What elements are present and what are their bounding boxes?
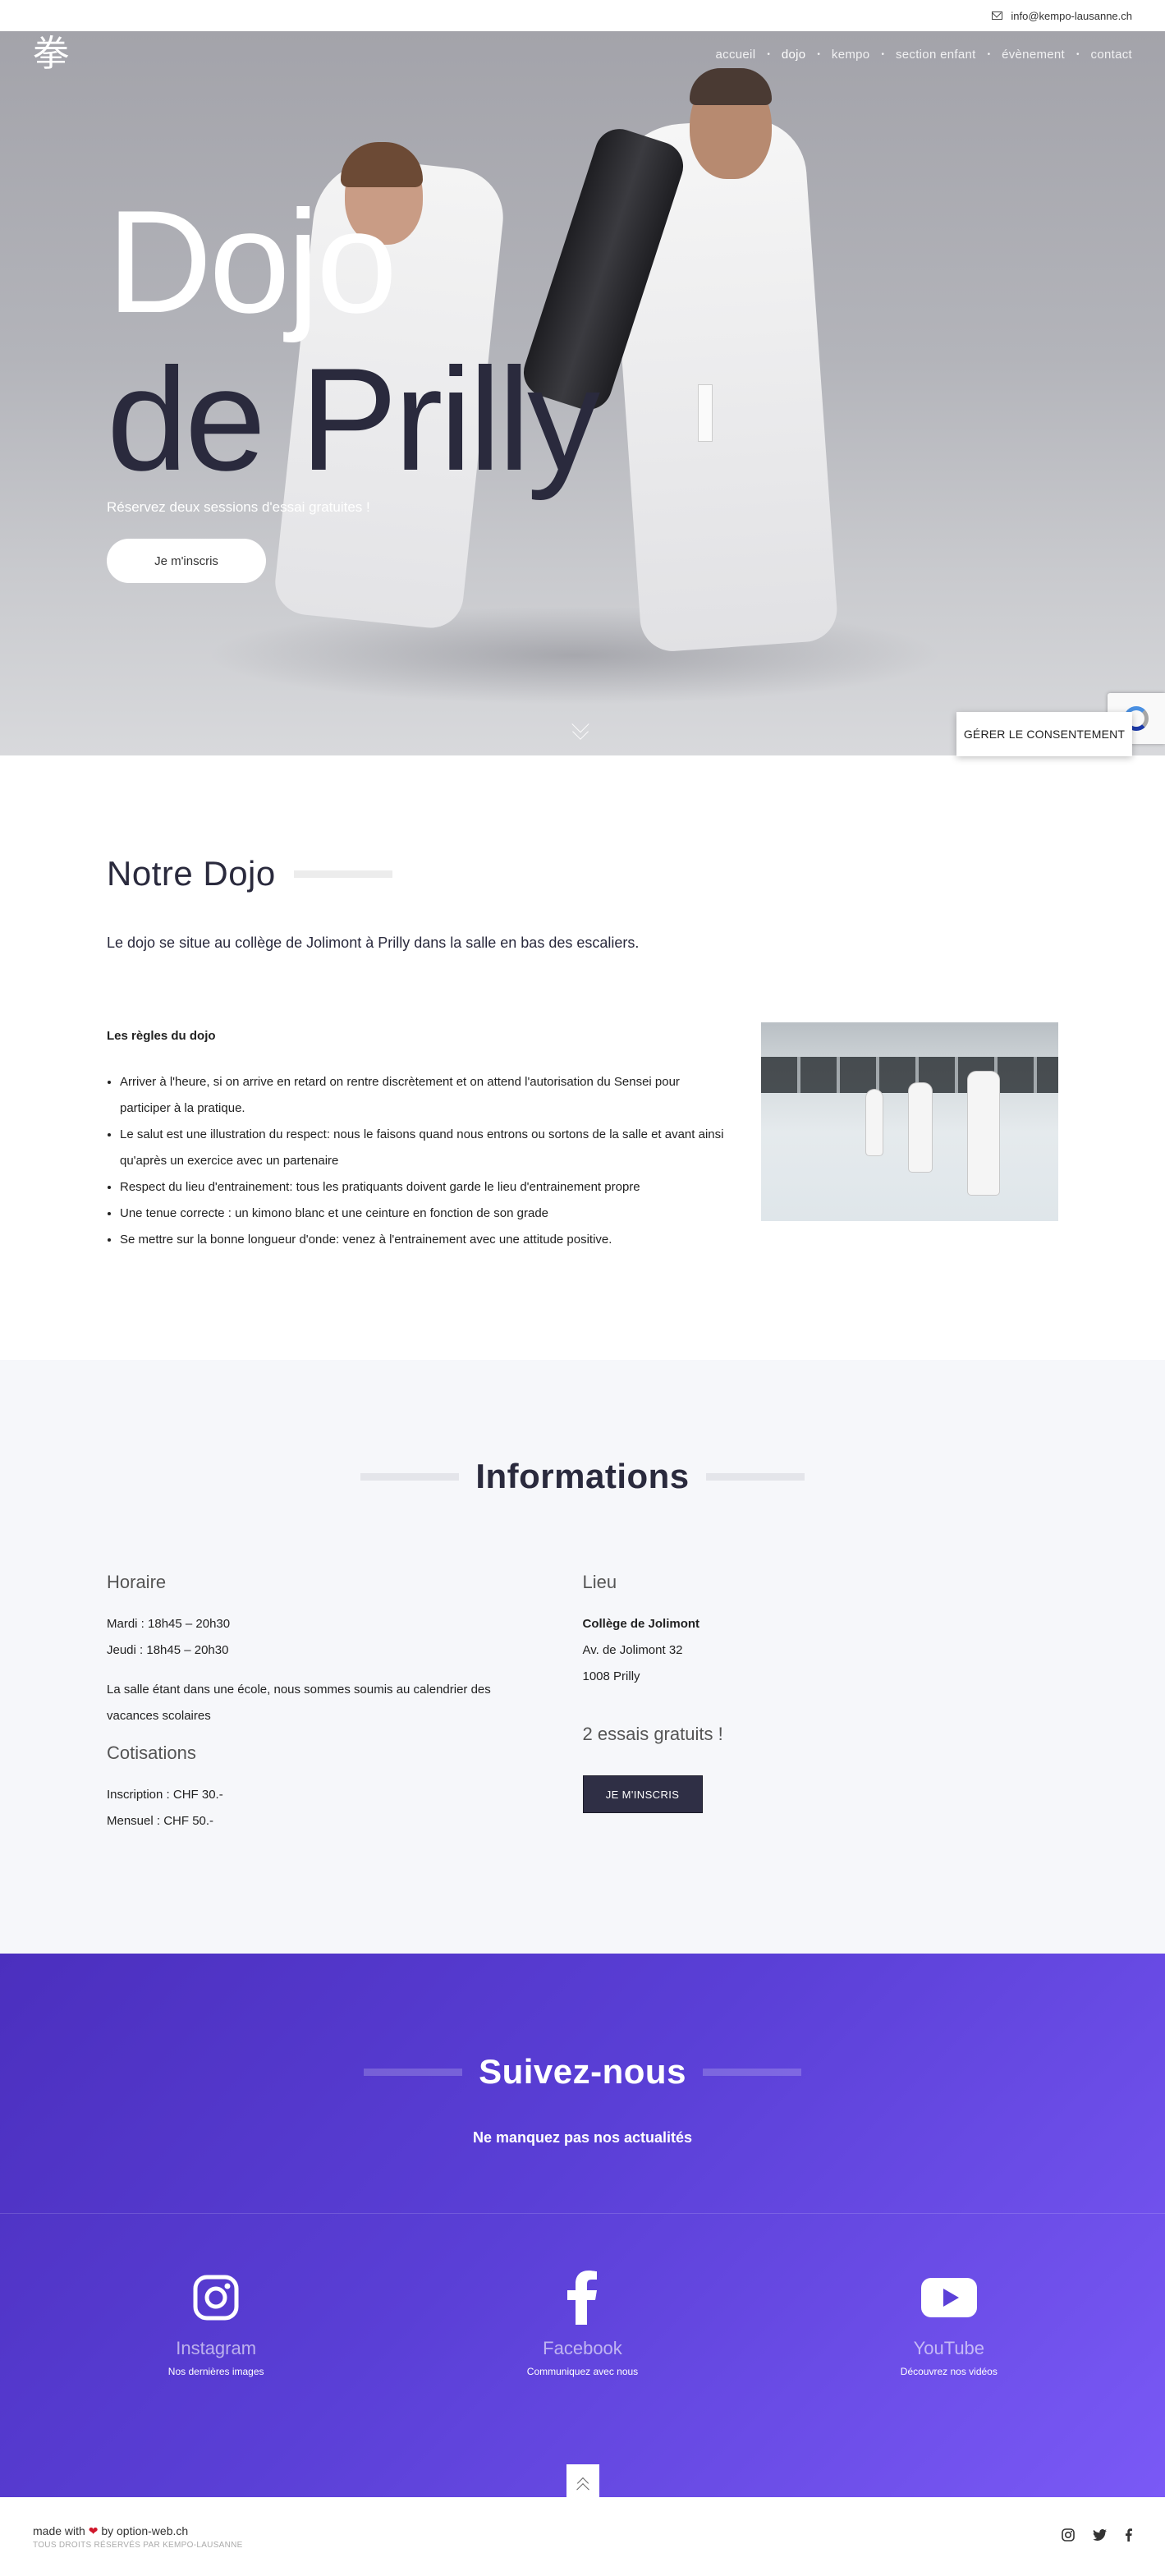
- dojo-title-text: Notre Dojo: [107, 854, 276, 893]
- cotisation-line: Mensuel : CHF 50.-: [107, 1814, 214, 1828]
- social-facebook[interactable]: Facebook Communiquez avec nous: [459, 2269, 705, 2377]
- scroll-down-icon[interactable]: [572, 723, 589, 740]
- footer-credits: made with ❤ by option-web.ch TOUS DROITS…: [33, 2524, 243, 2550]
- info-col-left: Horaire Mardi : 18h45 – 20h30 Jeudi : 18…: [107, 1572, 583, 1834]
- title-decoration-bar: [364, 2068, 463, 2076]
- info-grid: Horaire Mardi : 18h45 – 20h30 Jeudi : 18…: [107, 1572, 1058, 1834]
- social-youtube[interactable]: YouTube Découvrez nos vidéos: [826, 2269, 1072, 2377]
- dojo-title: Notre Dojo: [107, 854, 1058, 893]
- dojo-photo-person: [866, 1090, 883, 1155]
- top-email-link[interactable]: info@kempo-lausanne.ch: [1011, 10, 1132, 22]
- title-decoration-bar: [293, 870, 392, 878]
- heart-icon: ❤: [88, 2523, 99, 2537]
- option-web-link[interactable]: by option-web.ch: [101, 2524, 188, 2537]
- social-name: Facebook: [543, 2338, 622, 2358]
- dojo-section: Notre Dojo Le dojo se situe au collège d…: [0, 755, 1165, 1360]
- follow-section: Suivez-nous Ne manquez pas nos actualité…: [0, 1954, 1165, 2497]
- horaire-title: Horaire: [107, 1572, 167, 1592]
- hero-title: Dojo de Prilly: [107, 180, 600, 501]
- nav-separator: •: [881, 49, 884, 59]
- horaire-note: La salle étant dans une école, nous somm…: [107, 1683, 491, 1723]
- main-nav: 拳 accueil • dojo • kempo • section enfan…: [0, 31, 1165, 77]
- social-links: Instagram Nos dernières images Facebook …: [0, 2269, 1165, 2377]
- follow-title-text: Suivez-nous: [479, 2052, 686, 2091]
- youtube-icon: [826, 2269, 1072, 2326]
- footer-social-icons: [1062, 2528, 1132, 2546]
- footer-made-with: made with ❤ by option-web.ch: [33, 2524, 243, 2538]
- hero-title-line2: de Prilly: [107, 337, 600, 501]
- hero-signup-button[interactable]: Je m'inscris: [107, 539, 266, 583]
- social-name: Instagram: [176, 2338, 257, 2358]
- rule-item: Arriver à l'heure, si on arrive en retar…: [120, 1069, 731, 1122]
- rule-item: Une tenue correcte : un kimono blanc et …: [120, 1201, 731, 1227]
- social-name: YouTube: [913, 2338, 985, 2358]
- hero-photo-belt: [698, 384, 713, 442]
- instagram-icon[interactable]: [1062, 2528, 1075, 2546]
- rules-title: Les règles du dojo: [107, 1029, 216, 1043]
- nav-separator: •: [1076, 49, 1080, 59]
- dojo-lead: Le dojo se situe au collège de Jolimont …: [107, 934, 640, 951]
- info-section: Informations Horaire Mardi : 18h45 – 20h…: [0, 1360, 1165, 1954]
- nav-item-dojo[interactable]: dojo: [782, 48, 806, 62]
- nav-separator: •: [987, 49, 991, 59]
- cotisation-line: Inscription : CHF 30.-: [107, 1788, 223, 1802]
- nav-item-evenement[interactable]: évènement: [1002, 48, 1065, 62]
- nav-separator: •: [817, 49, 820, 59]
- hero-subtitle: Réservez deux sessions d'essai gratuites…: [107, 499, 370, 515]
- instagram-icon: [93, 2269, 339, 2326]
- lieu-name: Collège de Jolimont: [582, 1617, 700, 1631]
- cotisations-title: Cotisations: [107, 1743, 196, 1763]
- footer: made with ❤ by option-web.ch TOUS DROITS…: [0, 2497, 1165, 2576]
- hero-section: 拳 accueil • dojo • kempo • section enfan…: [0, 31, 1165, 755]
- info-title: Informations: [107, 1457, 1058, 1496]
- back-to-top-button[interactable]: [566, 2464, 599, 2497]
- social-desc: Découvrez nos vidéos: [900, 2366, 998, 2377]
- follow-title: Suivez-nous: [107, 2052, 1058, 2092]
- nav-item-accueil[interactable]: accueil: [716, 48, 756, 62]
- follow-subtitle: Ne manquez pas nos actualités: [472, 2129, 693, 2146]
- rule-item: Le salut est une illustration du respect…: [120, 1122, 731, 1174]
- made-with-prefix: made with: [33, 2523, 85, 2537]
- horaire-line: Mardi : 18h45 – 20h30: [107, 1617, 231, 1631]
- facebook-icon[interactable]: [1125, 2528, 1132, 2546]
- dojo-photo: [761, 1022, 1058, 1221]
- title-decoration-bar: [360, 1472, 460, 1481]
- lieu-address-line: Av. de Jolimont 32: [582, 1643, 683, 1657]
- dojo-rules: Les règles du dojo Arriver à l'heure, si…: [107, 1022, 731, 1253]
- rules-list: Arriver à l'heure, si on arrive en retar…: [107, 1069, 731, 1253]
- chevron-up-icon: [576, 2477, 589, 2490]
- nav-item-kempo[interactable]: kempo: [832, 48, 870, 62]
- footer-rights: TOUS DROITS RÉSERVÉS PAR KEMPO-LAUSANNE: [33, 2540, 243, 2550]
- lieu-title: Lieu: [582, 1572, 617, 1592]
- title-decoration-bar: [702, 2068, 801, 2076]
- social-desc: Communiquez avec nous: [526, 2366, 639, 2377]
- dojo-content-row: Les règles du dojo Arriver à l'heure, si…: [107, 1022, 1058, 1253]
- nav-separator: •: [767, 49, 770, 59]
- lieu-address-line: 1008 Prilly: [582, 1669, 640, 1683]
- rule-item: Respect du lieu d'entrainement: tous les…: [120, 1174, 731, 1201]
- title-decoration-bar: [705, 1472, 805, 1481]
- nav-item-section-enfant[interactable]: section enfant: [896, 48, 976, 62]
- dojo-photo-person: [909, 1083, 932, 1172]
- rule-item: Se mettre sur la bonne longueur d'onde: …: [120, 1227, 731, 1253]
- facebook-icon: [459, 2269, 705, 2326]
- nav-menu: accueil • dojo • kempo • section enfant …: [716, 48, 1132, 62]
- hero-title-line1: Dojo: [107, 180, 397, 343]
- social-desc: Nos dernières images: [167, 2366, 264, 2377]
- info-title-text: Informations: [475, 1457, 690, 1495]
- follow-divider: [0, 2213, 1165, 2214]
- twitter-icon[interactable]: [1093, 2528, 1107, 2545]
- top-bar: info@kempo-lausanne.ch: [0, 0, 1165, 31]
- free-trials-text: 2 essais gratuits !: [582, 1724, 723, 1744]
- horaire-line: Jeudi : 18h45 – 20h30: [107, 1643, 229, 1657]
- dojo-photo-person: [968, 1072, 999, 1195]
- social-instagram[interactable]: Instagram Nos dernières images: [93, 2269, 339, 2377]
- info-col-right: Lieu Collège de Jolimont Av. de Jolimont…: [582, 1572, 1059, 1834]
- mail-icon: [992, 11, 1003, 20]
- manage-consent-button[interactable]: GÉRER LE CONSENTEMENT: [956, 712, 1132, 756]
- info-signup-button[interactable]: JE M'INSCRIS: [582, 1775, 703, 1813]
- nav-item-contact[interactable]: contact: [1091, 48, 1132, 62]
- site-logo[interactable]: 拳: [33, 36, 69, 72]
